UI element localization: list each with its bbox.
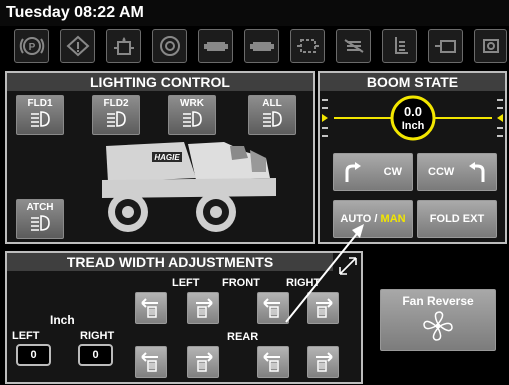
fan-icon <box>423 311 453 341</box>
front-left-extend-button[interactable] <box>135 292 167 324</box>
wrk-light-button[interactable]: WRK <box>168 95 216 135</box>
tread-in-icon <box>196 298 213 318</box>
fold-ext-button[interactable]: FOLD EXT <box>417 200 497 238</box>
rear-right-extend-button[interactable] <box>307 346 339 378</box>
headlight-icon <box>183 111 202 127</box>
ccw-button[interactable]: CCW <box>417 153 497 191</box>
atch-label: ATCH <box>26 202 54 213</box>
parking-brake-icon: P <box>14 29 49 63</box>
date-time: Tuesday 08:22 AM <box>6 4 144 21</box>
fld2-label: FLD2 <box>103 98 129 109</box>
tread-in-icon <box>263 352 280 372</box>
fan-reverse-button[interactable]: Fan Reverse <box>380 289 496 351</box>
pointer-arrow <box>285 224 364 323</box>
fold-ext-label: FOLD EXT <box>429 213 485 225</box>
sprayer-vehicle-image: HAGIE <box>102 142 276 232</box>
tread-out-icon <box>141 298 158 318</box>
battery-icon <box>244 29 279 63</box>
boom-value: 0.0 <box>403 104 423 119</box>
fld2-light-button[interactable]: FLD2 <box>92 95 140 135</box>
rear-left-extend-button[interactable] <box>135 346 167 378</box>
cw-label: CW <box>383 166 402 178</box>
ccw-label: CCW <box>428 166 455 178</box>
engine-fan-icon <box>152 29 187 63</box>
tread-in-icon <box>196 352 213 372</box>
tread-unit-label: Inch <box>50 313 75 327</box>
all-light-button[interactable]: ALL <box>248 95 296 135</box>
atch-light-button[interactable]: ATCH <box>16 199 64 239</box>
headlight-icon <box>263 111 282 127</box>
wrk-label: WRK <box>180 98 204 109</box>
rear-left-retract-button[interactable] <box>187 346 219 378</box>
engine-temp-icon <box>474 29 507 63</box>
svg-text:P: P <box>28 42 35 53</box>
rotate-cw-icon <box>345 162 361 182</box>
tread-right-value: 0 <box>78 344 113 366</box>
tread-left-value-label: LEFT <box>12 330 40 342</box>
engine-filter-icon <box>336 29 371 63</box>
battery-icon <box>198 29 233 63</box>
boom-unit: Inch <box>401 120 425 132</box>
rotate-ccw-icon <box>469 162 485 182</box>
fld1-light-button[interactable]: FLD1 <box>16 95 64 135</box>
auto-man-separator: / <box>371 213 381 225</box>
all-label: ALL <box>262 98 282 109</box>
front-left-label: LEFT <box>172 277 200 289</box>
tread-right-value-label: RIGHT <box>80 330 115 342</box>
lighting-control-title: LIGHTING CONTROL <box>7 73 313 91</box>
front-left-retract-button[interactable] <box>187 292 219 324</box>
cw-button[interactable]: CW <box>333 153 413 191</box>
fld1-label: FLD1 <box>27 98 53 109</box>
brand-logo: HAGIE <box>154 153 180 162</box>
warning-triangle-icon <box>60 29 95 63</box>
fuel-level-icon <box>382 29 417 63</box>
headlight-icon <box>31 111 50 127</box>
boom-state-title: BOOM STATE <box>320 73 505 91</box>
engine-oil-icon <box>428 29 463 63</box>
rear-right-retract-button[interactable] <box>257 346 289 378</box>
tread-out-icon <box>316 352 333 372</box>
man-label: MAN <box>380 213 406 225</box>
engine-coolant-icon <box>290 29 325 63</box>
tread-left-value: 0 <box>16 344 51 366</box>
hydraulic-fluid-icon <box>106 29 141 63</box>
headlight-icon <box>31 215 50 231</box>
headlight-icon <box>107 111 126 127</box>
tread-out-icon <box>141 352 158 372</box>
front-label: FRONT <box>222 277 260 289</box>
rear-label: REAR <box>227 331 259 343</box>
fan-reverse-label: Fan Reverse <box>402 294 474 308</box>
